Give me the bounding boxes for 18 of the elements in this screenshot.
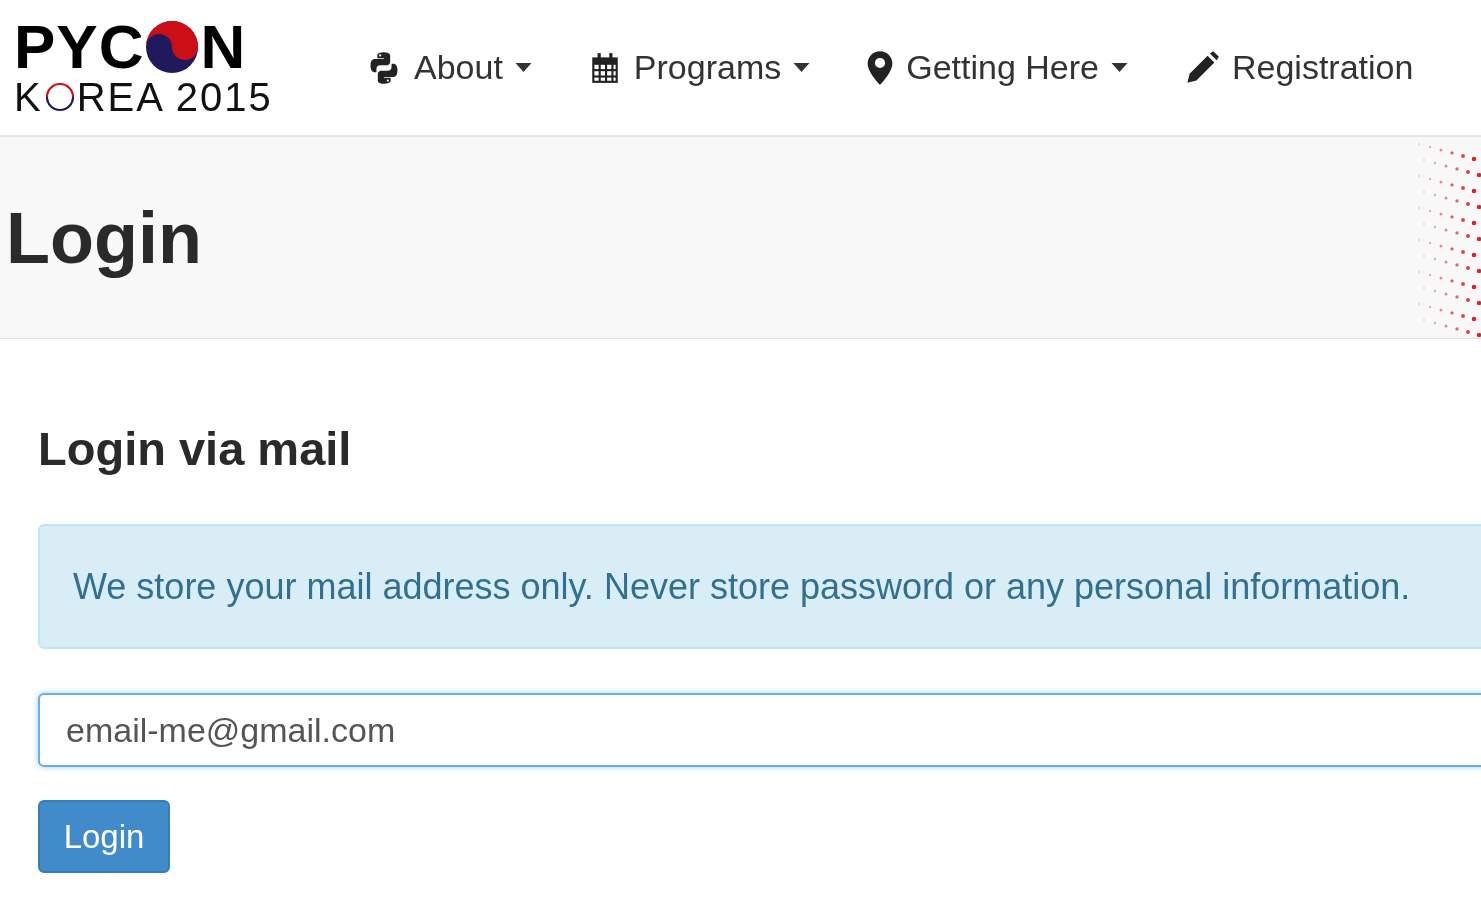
map-pin-icon (866, 49, 895, 86)
pycon-logo[interactable]: PYC N K REA 2015 (14, 18, 274, 117)
taegeuk-icon (146, 20, 199, 73)
nav-link[interactable]: Getting Here (866, 48, 1128, 87)
logo-text: REA 2015 (76, 76, 273, 117)
pencil-icon (1184, 49, 1220, 86)
logo-text: K (14, 76, 43, 117)
ring-icon (44, 81, 75, 112)
logo-text: PYC (14, 18, 145, 75)
nav-link[interactable]: Registration (1184, 48, 1414, 87)
nav-link[interactable]: About (366, 48, 532, 87)
login-button[interactable]: Login (38, 800, 170, 873)
logo-text: N (200, 18, 247, 75)
alert-text: We store your mail address only. Never store password or any personal information. (73, 565, 1411, 608)
email-field[interactable]: email-me@gmail.com (38, 693, 1481, 767)
page-title: Login (6, 196, 202, 279)
section-heading: Login via mail (38, 421, 353, 477)
nav-link[interactable]: Programs (587, 48, 811, 87)
